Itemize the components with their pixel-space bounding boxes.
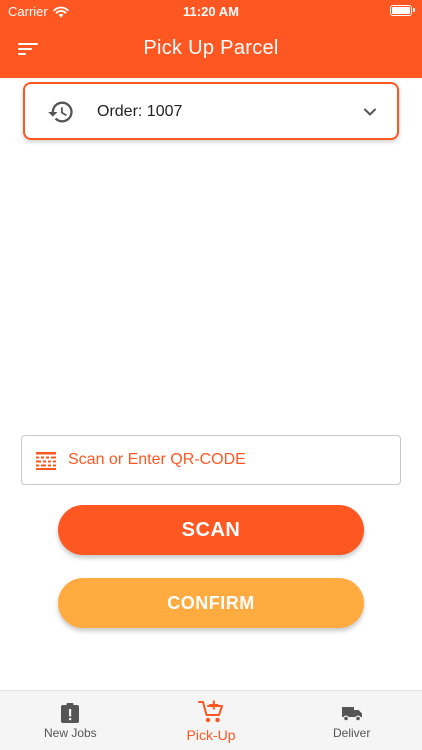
nav-label-pick-up: Pick-Up: [186, 727, 236, 743]
pick-up-parcel-screen: Carrier 11:20 AM Pick Up Parcel Order: 1…: [0, 0, 422, 750]
app-header: Carrier 11:20 AM Pick Up Parcel: [0, 0, 422, 78]
order-dropdown[interactable]: Order: 1007: [23, 82, 399, 140]
history-icon: [48, 101, 73, 123]
scan-button[interactable]: SCAN: [58, 505, 364, 555]
barcode-icon: [36, 452, 56, 470]
nav-item-new-jobs[interactable]: New Jobs: [0, 691, 141, 750]
cart-plus-icon: [198, 700, 223, 723]
nav-item-deliver[interactable]: Deliver: [281, 691, 422, 750]
battery-icon: [390, 5, 415, 16]
nav-label-deliver: Deliver: [333, 726, 371, 740]
page-title: Pick Up Parcel: [143, 37, 279, 59]
nav-label-new-jobs: New Jobs: [43, 726, 97, 740]
nav-item-pick-up[interactable]: Pick-Up: [141, 691, 282, 750]
confirm-button[interactable]: CONFIRM: [58, 578, 364, 628]
qr-code-field: [21, 435, 401, 485]
qr-code-input[interactable]: [68, 436, 388, 484]
clipboard-alert-icon: [61, 703, 80, 723]
truck-icon: [341, 707, 362, 722]
status-time: 11:20 AM: [183, 4, 239, 19]
order-label: Order: 1007: [97, 103, 183, 120]
chevron-down-icon: [364, 108, 376, 116]
bottom-nav: New Jobs Pick-Up Deliver: [0, 690, 422, 750]
status-bar: Carrier 11:20 AM: [0, 0, 422, 24]
